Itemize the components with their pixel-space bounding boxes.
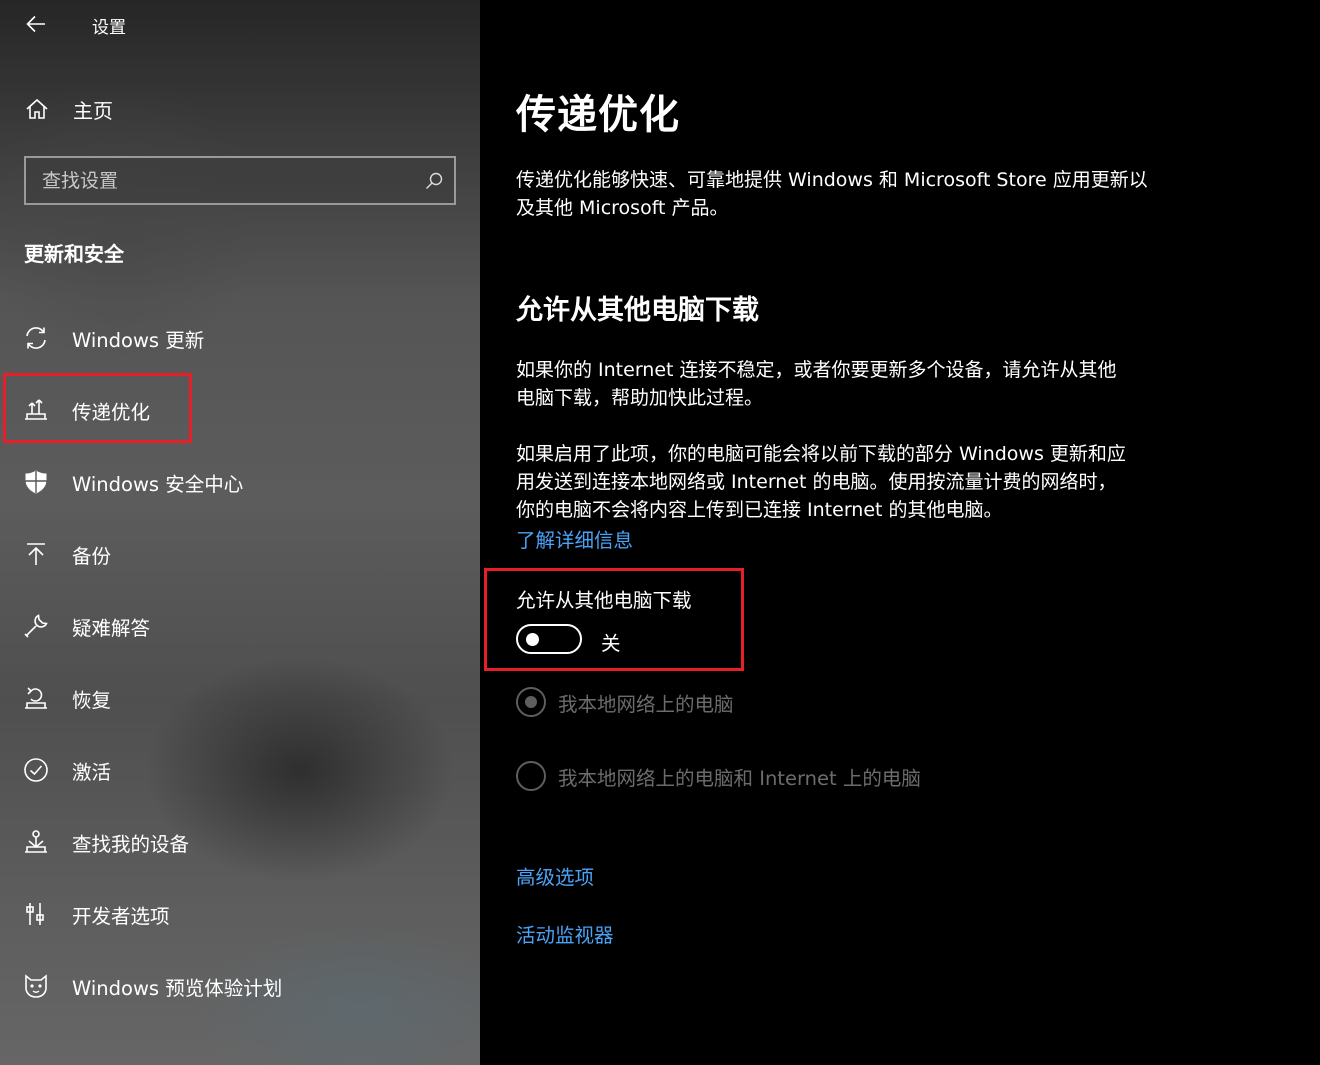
sidebar-item-windows-update[interactable]: Windows 更新: [22, 318, 442, 358]
delivery-optimization-icon: [22, 396, 50, 424]
paragraph-1: 如果你的 Internet 连接不稳定，或者你要更新多个设备，请允许从其他 电脑…: [516, 356, 1206, 412]
sidebar-item-find-my-device[interactable]: 查找我的设备: [22, 822, 442, 862]
sidebar-item-label: 恢复: [72, 688, 112, 712]
sidebar-item-label: 备份: [72, 544, 112, 568]
radio-button[interactable]: [516, 761, 546, 791]
section-title: 更新和安全: [24, 242, 124, 266]
sidebar-item-label: 查找我的设备: [72, 832, 190, 856]
refresh-icon: [22, 324, 50, 352]
radio-label: 我本地网络上的电脑和 Internet 上的电脑: [558, 766, 921, 790]
page-title: 传递优化: [516, 92, 680, 138]
toggle-state-text: 关: [601, 632, 621, 655]
sidebar-item-windows-security[interactable]: Windows 安全中心: [22, 462, 442, 502]
radio-option-local-network[interactable]: 我本地网络上的电脑: [516, 686, 734, 718]
insider-cat-icon: [22, 972, 50, 1000]
advanced-options-link[interactable]: 高级选项: [516, 861, 594, 890]
home-icon: [24, 96, 50, 122]
developer-icon: [22, 900, 50, 928]
shield-icon: [22, 468, 50, 496]
paragraph-line: 用发送到连接本地网络或 Internet 的电脑。使用按流量计费的网络时，: [516, 471, 1117, 493]
radio-option-local-and-internet[interactable]: 我本地网络上的电脑和 Internet 上的电脑: [516, 760, 921, 792]
description-line: 及其他 Microsoft 产品。: [516, 197, 729, 219]
paragraph-2: 如果启用了此项，你的电脑可能会将以前下载的部分 Windows 更新和应 用发送…: [516, 440, 1206, 524]
sidebar-item-troubleshoot[interactable]: 疑难解答: [22, 606, 442, 646]
description: 传递优化能够快速、可靠地提供 Windows 和 Microsoft Store…: [516, 166, 1206, 222]
radio-button[interactable]: [516, 687, 546, 717]
sidebar-item-label: Windows 安全中心: [72, 472, 244, 496]
sidebar-item-backup[interactable]: 备份: [22, 534, 442, 574]
back-arrow-icon: [26, 15, 45, 33]
paragraph-line: 你的电脑不会将内容上传到已连接 Internet 的其他电脑。: [516, 499, 1003, 521]
sidebar-item-developer-options[interactable]: 开发者选项: [22, 894, 442, 934]
sidebar-item-label: Windows 预览体验计划: [72, 976, 283, 1000]
allow-downloads-toggle[interactable]: [516, 624, 582, 654]
title-bar: 设置: [0, 0, 480, 50]
find-device-icon: [22, 828, 50, 856]
recovery-icon: [22, 684, 50, 712]
toggle-label: 允许从其他电脑下载: [516, 589, 692, 612]
paragraph-line: 如果你的 Internet 连接不稳定，或者你要更新多个设备，请允许从其他: [516, 359, 1117, 381]
sidebar-item-home[interactable]: 主页: [24, 92, 444, 126]
search-icon[interactable]: [414, 161, 454, 201]
sidebar-item-label: Windows 更新: [72, 328, 205, 352]
wrench-icon: [22, 612, 50, 640]
sidebar-item-activation[interactable]: 激活: [22, 750, 442, 790]
description-line: 传递优化能够快速、可靠地提供 Windows 和 Microsoft Store…: [516, 169, 1148, 191]
search-input[interactable]: [42, 169, 414, 192]
section-subheading: 允许从其他电脑下载: [516, 295, 759, 326]
activity-monitor-link[interactable]: 活动监视器: [516, 919, 614, 948]
sidebar-item-label: 开发者选项: [72, 904, 170, 928]
toggle-knob: [526, 633, 539, 646]
paragraph-line: 如果启用了此项，你的电脑可能会将以前下载的部分 Windows 更新和应: [516, 443, 1126, 465]
sidebar-item-recovery[interactable]: 恢复: [22, 678, 442, 718]
radio-label: 我本地网络上的电脑: [558, 692, 734, 716]
sidebar-item-label: 主页: [73, 98, 113, 123]
back-button[interactable]: [20, 10, 52, 38]
main-content: 传递优化 传递优化能够快速、可靠地提供 Windows 和 Microsoft …: [480, 0, 1320, 1065]
learn-more-link[interactable]: 了解详细信息: [516, 524, 633, 553]
sidebar-item-delivery-optimization[interactable]: 传递优化: [22, 390, 442, 430]
sidebar: 设置 主页 更新和安全 Windows 更新: [0, 0, 480, 1065]
search-box[interactable]: [24, 156, 456, 205]
check-circle-icon: [22, 756, 50, 784]
sidebar-item-windows-insider[interactable]: Windows 预览体验计划: [22, 966, 442, 1006]
backup-arrow-icon: [22, 540, 50, 568]
paragraph-line: 电脑下载，帮助加快此过程。: [516, 387, 764, 409]
sidebar-item-label: 疑难解答: [72, 616, 151, 640]
sidebar-item-label: 激活: [72, 760, 112, 784]
sidebar-item-label: 传递优化: [72, 400, 151, 424]
app-title: 设置: [92, 18, 126, 38]
